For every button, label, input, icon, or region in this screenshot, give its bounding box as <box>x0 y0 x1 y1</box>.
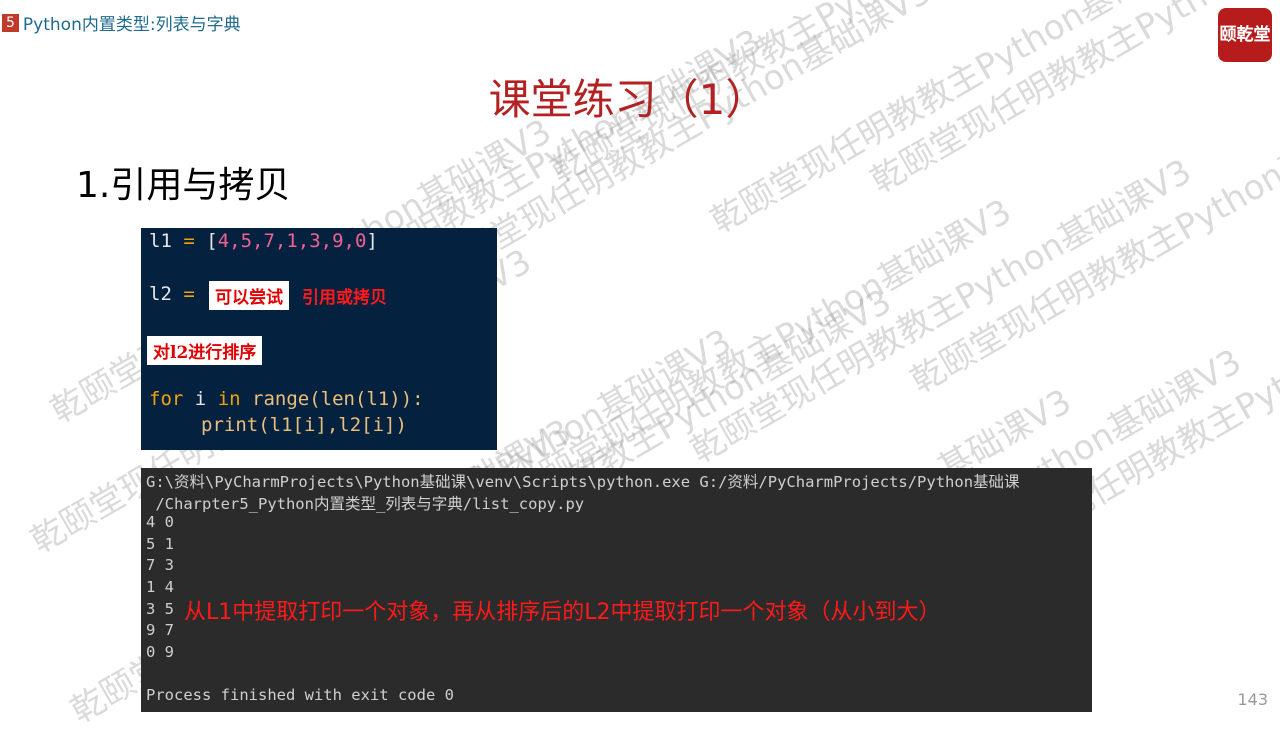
terminal-line: 0 9 <box>146 642 174 661</box>
code-line-3: for i in range(len(l1)): <box>149 388 424 410</box>
terminal-line: 3 5 <box>146 599 174 618</box>
terminal-line: 5 1 <box>146 534 174 553</box>
watermark-text: 乾颐堂现任明教教主Python基础课V3 <box>504 191 1019 512</box>
terminal-line: G:\资料\PyCharmProjects\Python基础课\venv\Scr… <box>146 473 1020 491</box>
watermark-text: 乾颐堂现任明教教主Python基础课V3 <box>424 0 939 292</box>
code-line-2: l2 = <box>149 283 195 305</box>
chapter-title: Python内置类型:列表与字典 <box>22 15 241 35</box>
page-number: 143 <box>1237 690 1268 709</box>
code-line-1: l1 = [4,5,7,1,3,9,0] <box>149 230 378 252</box>
slide-title: 课堂练习（1） <box>488 75 768 124</box>
note-sort: 对l2进行排序 <box>147 336 263 365</box>
note-try-boxed: 可以尝试 <box>209 281 289 310</box>
chapter-number: 5 <box>2 13 19 32</box>
code-block: l1 = [4,5,7,1,3,9,0] l2 = 可以尝试 引用或拷贝 对l2… <box>141 228 497 450</box>
terminal-line: 7 3 <box>146 556 174 575</box>
terminal-line: /Charpter5_Python内置类型_列表与字典/list_copy.py <box>146 494 585 513</box>
code-line-4: print(l1[i],l2[i]) <box>201 414 407 436</box>
terminal-line: 1 4 <box>146 578 174 596</box>
note-try-rest: 引用或拷贝 <box>302 288 387 308</box>
terminal-line: 4 0 <box>146 513 174 532</box>
terminal-line: 9 7 <box>146 621 174 640</box>
terminal-line: Process finished with exit code 0 <box>146 686 454 704</box>
terminal-annotation: 从L1中提取打印一个对象，再从排序后的L2中提取打印一个对象（从小到大） <box>184 600 941 625</box>
logo-seal: 颐乾堂 <box>1218 8 1272 62</box>
watermark-text: 乾颐堂现任明教教主Python基础课V3 <box>684 151 1199 472</box>
terminal-output: G:\资料\PyCharmProjects\Python基础课\venv\Scr… <box>141 468 1092 712</box>
chapter-label: 5 Python内置类型:列表与字典 <box>2 10 241 35</box>
slide-subtitle: 1.引用与拷贝 <box>76 165 291 206</box>
